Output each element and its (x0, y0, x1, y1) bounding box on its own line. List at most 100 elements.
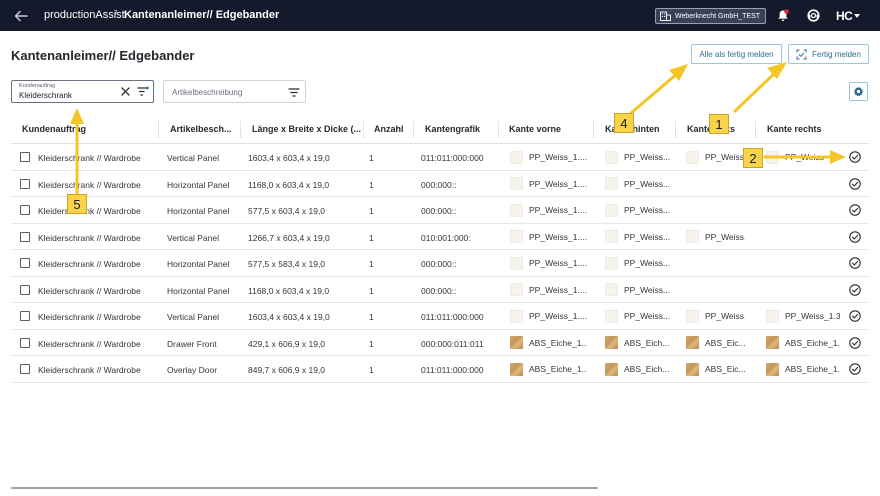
cell-graphic: 000:000:: (421, 179, 457, 190)
breadcrumb-current-page: Kantenanleimer// Edgebander (124, 9, 280, 21)
cell-article: Horizontal Panel (167, 179, 230, 190)
cell-dimensions: 1603,4 x 603,4 x 19,0 (248, 153, 330, 163)
col-header-qty[interactable]: Anzahl (374, 124, 404, 134)
check-circle-icon[interactable] (849, 283, 861, 296)
cell-order: Kleiderschrank // Wardrobe (38, 206, 141, 216)
cell-graphic: 000:000:: (421, 206, 457, 216)
row-checkbox[interactable] (20, 178, 30, 189)
horizontal-scrollbar[interactable] (11, 487, 598, 489)
cell-dimensions: 1603,4 x 603,4 x 19,0 (248, 312, 330, 322)
check-circle-icon[interactable] (849, 257, 861, 269)
cell-graphic: 010:001:000: (421, 232, 471, 243)
col-header-right[interactable]: Kante rechts (767, 124, 822, 134)
edge-material-swatch (510, 177, 523, 190)
gear-icon (853, 86, 864, 97)
cell-qty: 1 (369, 259, 374, 269)
cell-edge-front: PP_Weiss_1.... (510, 230, 587, 244)
row-checkbox[interactable] (20, 152, 30, 162)
arrow-back-icon[interactable] (12, 7, 30, 25)
cell-edge-front-text: PP_Weiss_1.... (529, 258, 587, 268)
table-row[interactable]: Kleiderschrank // Wardrobe Vertical Pane… (11, 224, 869, 250)
check-circle-icon[interactable] (849, 151, 861, 163)
column-divider[interactable] (413, 121, 414, 138)
order-filter-field[interactable]: Kundenauftrag Kleiderschrank (11, 80, 154, 103)
cell-dimensions: 577,5 x 603,4 x 19,0 (248, 206, 326, 216)
cell-order: Kleiderschrank // Wardrobe (38, 365, 141, 375)
row-checkbox[interactable] (20, 284, 30, 295)
column-divider[interactable] (240, 121, 241, 138)
cell-qty: 1 (369, 153, 374, 163)
edge-material-swatch (605, 336, 618, 349)
row-checkbox[interactable] (20, 231, 30, 242)
row-checkbox[interactable] (20, 311, 30, 321)
check-circle-icon[interactable] (849, 230, 861, 243)
filter-active-icon[interactable] (137, 86, 149, 97)
table-row[interactable]: Kleiderschrank // Wardrobe Drawer Front … (11, 330, 869, 356)
cell-article: Vertical Panel (167, 312, 219, 322)
cell-edge-back: PP_Weiss.... (605, 283, 670, 297)
description-filter-field[interactable]: Artikelbeschreibung (163, 80, 306, 103)
cell-edge-right-text: ABS_Eiche_1.3... (785, 337, 840, 348)
column-divider[interactable] (363, 121, 364, 138)
cell-edge-left: PP_Weiss.... (686, 309, 745, 323)
breadcrumb-app[interactable]: productionAssist (44, 9, 125, 21)
cell-edge-front-text: ABS_Eiche_1.... (529, 337, 587, 348)
mark-all-done-button[interactable]: Alle als fertig melden (691, 44, 782, 64)
edge-material-swatch (510, 283, 523, 296)
cell-edge-front: PP_Weiss_1.... (510, 256, 587, 270)
table-row[interactable]: Kleiderschrank // Wardrobe Vertical Pane… (11, 303, 869, 330)
col-header-front[interactable]: Kante vorne (509, 124, 561, 134)
column-divider[interactable] (158, 121, 159, 138)
column-divider[interactable] (498, 121, 499, 138)
cell-article: Horizontal Panel (167, 206, 230, 216)
column-divider[interactable] (755, 121, 756, 138)
check-circle-icon[interactable] (849, 363, 861, 375)
annotation-arrow-1 (733, 70, 778, 113)
table-row[interactable]: Kleiderschrank // Wardrobe Horizontal Pa… (11, 250, 869, 277)
col-header-graphic[interactable]: Kantengrafik (425, 124, 480, 134)
check-circle-icon[interactable] (849, 177, 861, 190)
row-checkbox[interactable] (20, 205, 30, 215)
user-menu[interactable]: HC (836, 9, 861, 23)
description-filter-placeholder: Artikelbeschreibung (172, 88, 243, 97)
company-name: Weberknecht GmbH_TEST (675, 12, 761, 20)
col-header-article[interactable]: Artikelbesch... (170, 124, 232, 134)
support-icon[interactable] (807, 9, 820, 22)
check-circle-icon[interactable] (849, 310, 861, 322)
table-body: Kleiderschrank // Wardrobe Vertical Pane… (11, 144, 869, 383)
cell-edge-left: ABS_Eic.... (686, 362, 745, 376)
cell-edge-right: PP_Weiss (766, 150, 840, 164)
column-divider[interactable] (593, 121, 594, 138)
cell-qty: 1 (369, 232, 374, 243)
col-header-order[interactable]: Kundenauftrag (22, 124, 86, 134)
row-checkbox[interactable] (20, 364, 30, 374)
row-checkbox[interactable] (20, 258, 30, 268)
table-row[interactable]: Kleiderschrank // Wardrobe Vertical Pane… (11, 144, 869, 171)
cell-qty: 1 (369, 206, 374, 216)
table-row[interactable]: Kleiderschrank // Wardrobe Horizontal Pa… (11, 277, 869, 303)
annotation-label-2: 2 (743, 148, 763, 168)
table-row[interactable]: Kleiderschrank // Wardrobe Horizontal Pa… (11, 171, 869, 197)
cell-edge-right-text: PP_Weiss_1.3... (785, 311, 840, 321)
table-row[interactable]: Kleiderschrank // Wardrobe Horizontal Pa… (11, 197, 869, 224)
table-row[interactable]: Kleiderschrank // Wardrobe Overlay Door … (11, 356, 869, 383)
col-header-dimensions[interactable]: Länge x Breite x Dicke (... (252, 124, 361, 134)
column-divider[interactable] (675, 121, 676, 138)
order-filter-value[interactable]: Kleiderschrank (19, 91, 72, 100)
mark-done-button[interactable]: Fertig melden (788, 44, 869, 64)
row-checkbox[interactable] (20, 337, 30, 348)
bell-icon[interactable] (777, 9, 789, 22)
cell-edge-left-text: PP_Weiss.... (705, 152, 745, 162)
check-circle-icon[interactable] (849, 204, 861, 216)
edge-material-swatch (605, 309, 618, 323)
annotation-arrow-4 (629, 71, 680, 115)
edge-material-swatch (766, 309, 779, 323)
check-circle-icon[interactable] (849, 336, 861, 349)
clear-icon[interactable] (120, 86, 131, 97)
edge-material-swatch (510, 336, 523, 349)
filter-icon[interactable] (288, 87, 300, 98)
breadcrumb-separator: / (114, 9, 118, 21)
edge-material-swatch (605, 177, 618, 190)
table-settings-button[interactable] (849, 82, 868, 101)
company-selector[interactable]: Weberknecht GmbH_TEST (655, 8, 767, 24)
